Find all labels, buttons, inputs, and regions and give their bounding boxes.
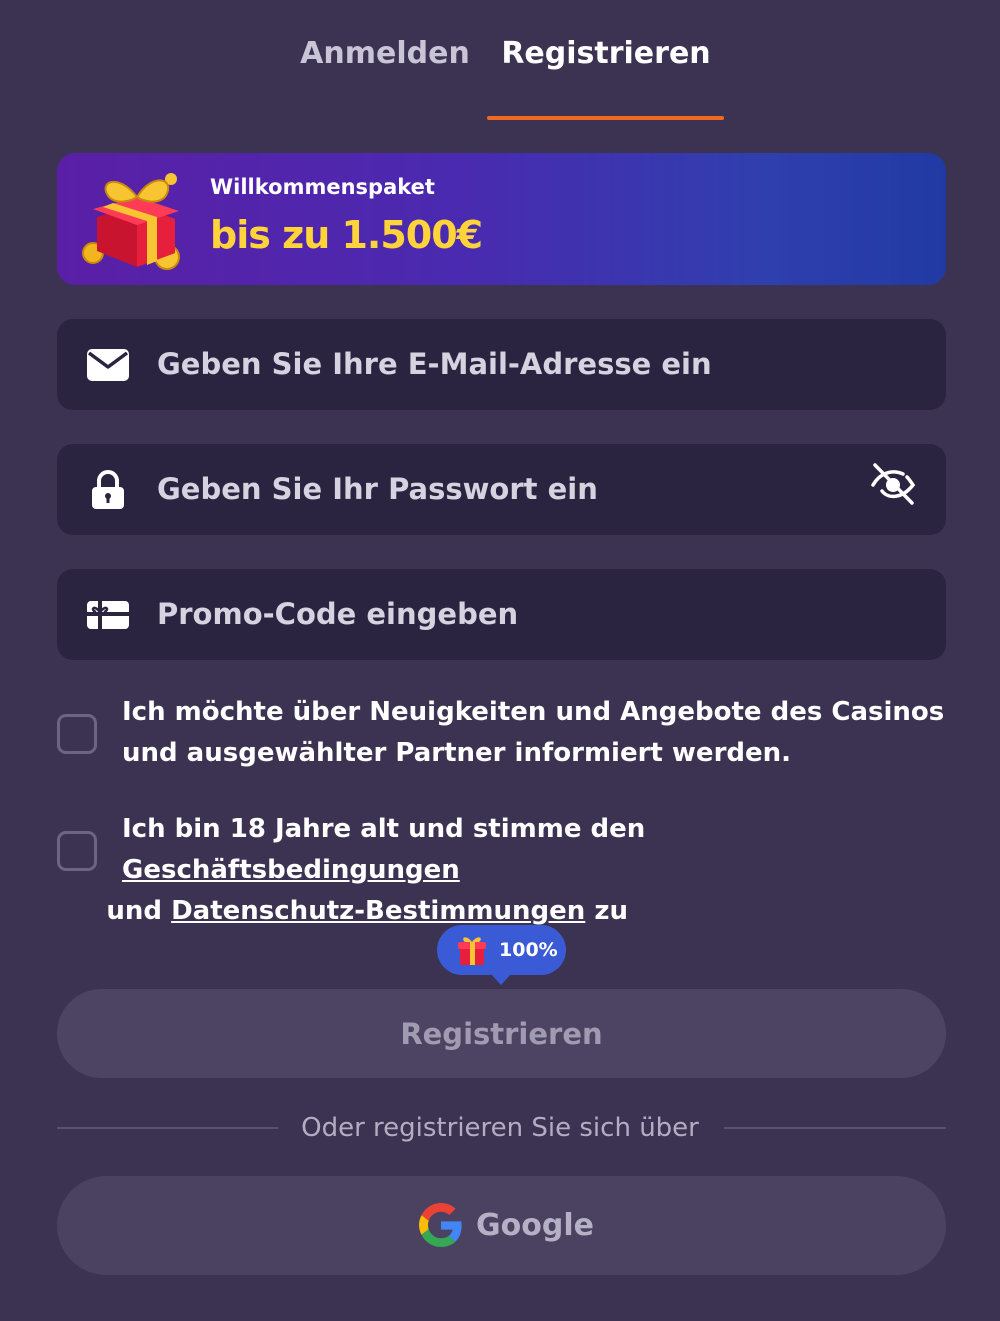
eye-off-icon[interactable] bbox=[870, 461, 916, 507]
banner-amount: bis zu 1.500€ bbox=[210, 213, 483, 257]
bonus-badge: 100% bbox=[437, 925, 566, 985]
divider-line-right bbox=[724, 1127, 946, 1129]
terms-consent: Ich bin 18 Jahre alt und stimme den Gesc… bbox=[57, 809, 946, 926]
newsletter-consent: Ich möchte über Neuigkeiten und Angebote… bbox=[57, 692, 946, 776]
privacy-link[interactable]: Datenschutz-Bestimmungen bbox=[171, 896, 585, 926]
bonus-badge-label: 100% bbox=[499, 939, 558, 961]
newsletter-checkbox[interactable] bbox=[57, 714, 97, 754]
tab-login[interactable]: Anmelden bbox=[290, 32, 480, 76]
welcome-bonus-banner: Willkommenspaket bis zu 1.500€ bbox=[57, 153, 946, 285]
email-field[interactable]: Geben Sie Ihre E-Mail-Adresse ein bbox=[57, 319, 946, 410]
promo-code-field[interactable]: Promo-Code eingeben bbox=[57, 569, 946, 660]
divider-line-left bbox=[57, 1127, 278, 1129]
google-button-label: Google bbox=[476, 1208, 594, 1243]
newsletter-consent-text: Ich möchte über Neuigkeiten und Angebote… bbox=[122, 697, 945, 768]
gift-icon bbox=[458, 937, 486, 965]
terms-text-before: Ich bin 18 Jahre alt und stimme den bbox=[122, 814, 646, 844]
terms-link[interactable]: Geschäftsbedingungen bbox=[122, 855, 460, 885]
divider-label: Oder registrieren Sie sich über bbox=[301, 1113, 699, 1143]
banner-title: Willkommenspaket bbox=[210, 175, 435, 199]
auth-tabs: Anmelden Registrieren bbox=[0, 0, 1000, 122]
terms-text-middle: und bbox=[106, 896, 172, 926]
terms-checkbox[interactable] bbox=[57, 831, 97, 871]
active-tab-indicator bbox=[487, 116, 724, 120]
terms-consent-text: Ich bin 18 Jahre alt und stimme den Gesc… bbox=[106, 809, 952, 932]
terms-text-after: zu bbox=[585, 896, 628, 926]
google-signup-button[interactable]: Google bbox=[57, 1176, 946, 1275]
tab-register[interactable]: Registrieren bbox=[488, 32, 724, 76]
google-icon bbox=[419, 1203, 462, 1247]
password-field[interactable]: Geben Sie Ihr Passwort ein bbox=[57, 444, 946, 535]
gift-icon bbox=[82, 173, 180, 270]
register-button[interactable]: Registrieren bbox=[57, 989, 946, 1078]
